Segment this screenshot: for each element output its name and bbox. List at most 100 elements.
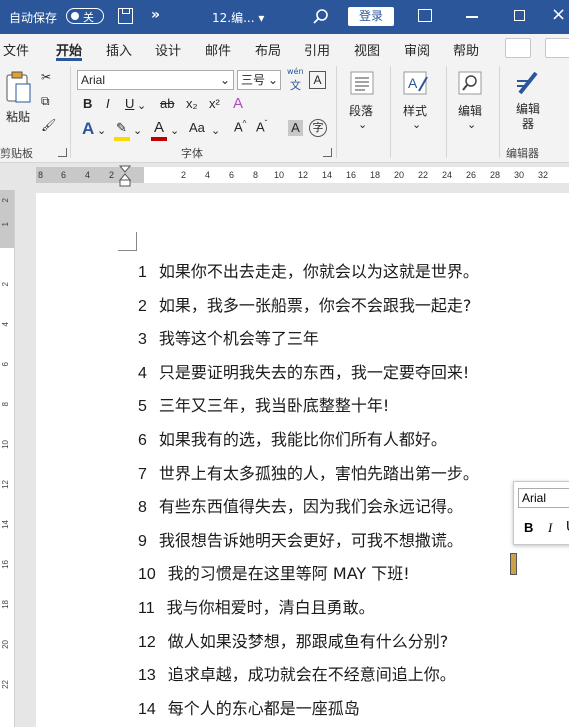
- document-line[interactable]: 14 每个人的东心都是一座孤岛: [138, 695, 360, 719]
- line-number: 5: [138, 398, 147, 416]
- tab-mailings[interactable]: 邮件: [205, 40, 231, 59]
- text-effects-button[interactable]: A: [82, 119, 94, 139]
- font-color-button[interactable]: A: [154, 119, 164, 136]
- chevron-down-icon[interactable]: ⌄: [412, 118, 421, 131]
- document-line[interactable]: 4 只是要证明我失去的东西，我一定要夺回来!: [138, 359, 469, 383]
- grow-font-button[interactable]: A^: [234, 119, 246, 134]
- highlight-color-bar: [114, 137, 130, 141]
- document-line[interactable]: 12 做人如果没梦想，那跟咸鱼有什么分别?: [138, 628, 448, 652]
- mini-bold-button[interactable]: B: [524, 520, 533, 535]
- paragraph-icon[interactable]: [350, 71, 374, 95]
- phonetic-guide-icon[interactable]: 文: [290, 77, 301, 93]
- search-icon[interactable]: [312, 8, 329, 25]
- format-painter-icon[interactable]: 🖌: [41, 118, 56, 132]
- chevron-down-icon[interactable]: ⌄: [170, 124, 179, 137]
- find-icon[interactable]: [458, 71, 482, 95]
- enclose-characters-button[interactable]: 字: [309, 119, 327, 137]
- ruler-number: 4: [205, 170, 211, 180]
- ruler-number: 8: [38, 170, 44, 180]
- ruler-number: 6: [229, 170, 235, 180]
- ruler-number: 22: [418, 170, 429, 180]
- tab-home[interactable]: 开始: [56, 40, 82, 59]
- chevron-down-icon[interactable]: ⌄: [97, 124, 106, 137]
- editor-label[interactable]: 编辑器: [516, 102, 540, 132]
- ruler-number: 10: [274, 170, 285, 180]
- maximize-icon[interactable]: [514, 10, 525, 21]
- chevron-down-icon[interactable]: ⌄: [211, 124, 220, 137]
- chevron-down-icon[interactable]: ⌄: [133, 124, 142, 137]
- font-launcher-icon[interactable]: [323, 148, 332, 157]
- document-line[interactable]: 6 如果我有的选，我能比你们所有人都好。: [138, 426, 447, 450]
- paste-icon[interactable]: [4, 70, 32, 104]
- autosave-toggle[interactable]: 关: [66, 8, 104, 24]
- document-line[interactable]: 7 世界上有太多孤独的人，害怕先踏出第一步。: [138, 460, 479, 484]
- editor-icon[interactable]: [514, 69, 542, 97]
- document-line[interactable]: 11 我与你相爱时，清白且勇敢。: [138, 594, 375, 618]
- document-line[interactable]: 13 追求卓越，成功就会在不经意间追上你。: [138, 661, 456, 685]
- chevron-down-icon[interactable]: ⌄: [358, 118, 367, 131]
- cut-icon[interactable]: ✂: [41, 70, 51, 84]
- underline-button[interactable]: U: [125, 96, 134, 111]
- tab-view[interactable]: 视图: [354, 40, 380, 59]
- comments-icon[interactable]: [545, 38, 569, 58]
- vertical-ruler[interactable]: 2 1 2 4 6 8 10 12 14 16 18 20 22: [0, 190, 15, 727]
- ruler-number: 4: [1, 322, 10, 327]
- tab-review[interactable]: 审阅: [404, 40, 430, 59]
- styles-icon[interactable]: A: [403, 71, 429, 95]
- tab-layout[interactable]: 布局: [255, 40, 281, 59]
- clipboard-launcher-icon[interactable]: [58, 148, 67, 157]
- document-line[interactable]: 10 我的习惯是在这里等阿 MAY 下班!: [138, 560, 410, 584]
- superscript-button[interactable]: x²: [209, 96, 220, 111]
- line-number: 1: [138, 264, 147, 281]
- strikethrough-button[interactable]: ab: [160, 96, 174, 111]
- character-shading-button[interactable]: A: [288, 120, 303, 136]
- login-button[interactable]: 登录: [348, 7, 394, 26]
- mini-font-select[interactable]: Arial: [518, 488, 569, 508]
- tab-help[interactable]: 帮助: [453, 40, 479, 59]
- shrink-font-button[interactable]: Aˇ: [256, 119, 267, 134]
- document-line[interactable]: 5 三年又三年，我当卧底整整十年!: [138, 392, 389, 416]
- mini-italic-button[interactable]: I: [548, 520, 552, 536]
- close-icon[interactable]: ×: [551, 4, 566, 25]
- document-line[interactable]: 9 我很想告诉她明天会更好，可我不想撒谎。: [138, 527, 463, 551]
- tab-references[interactable]: 引用: [304, 40, 330, 59]
- character-border-icon[interactable]: A: [309, 71, 326, 89]
- tab-design[interactable]: 设计: [155, 40, 181, 59]
- ribbon-display-options-icon[interactable]: [418, 9, 432, 22]
- ruler-number: 12: [298, 170, 309, 180]
- paste-label[interactable]: 粘贴: [6, 108, 30, 125]
- title-bar: 自动保存 关 » 12.编... ▾ 登录 ×: [0, 0, 569, 34]
- tab-file[interactable]: 文件: [3, 40, 29, 59]
- styles-label[interactable]: 样式: [403, 102, 427, 119]
- tab-insert[interactable]: 插入: [106, 40, 132, 59]
- clear-formatting-button[interactable]: A: [233, 95, 243, 112]
- minimize-icon[interactable]: [466, 16, 478, 18]
- share-icon[interactable]: [505, 38, 531, 58]
- line-number: 3: [138, 331, 147, 349]
- more-commands-icon[interactable]: »: [151, 7, 160, 23]
- horizontal-ruler[interactable]: 8 6 4 2 2 4 6 8 10 12 14 16 18 20 22 24 …: [0, 163, 569, 187]
- chevron-down-icon[interactable]: ⌄: [467, 118, 476, 131]
- bold-button[interactable]: B: [83, 96, 92, 111]
- font-name-select[interactable]: Arial ⌄: [77, 70, 234, 90]
- indent-marker-icon[interactable]: [119, 163, 131, 187]
- ruler-number: 14: [1, 520, 10, 529]
- font-size-select[interactable]: 三号 ⌄: [237, 70, 281, 90]
- chevron-down-icon[interactable]: ⌄: [137, 99, 146, 112]
- italic-button[interactable]: I: [106, 96, 110, 111]
- save-icon[interactable]: [118, 8, 133, 24]
- editing-label[interactable]: 编辑: [458, 102, 482, 119]
- change-case-button[interactable]: Aa: [189, 120, 205, 135]
- document-line[interactable]: 3 我等这个机会等了三年: [138, 325, 319, 349]
- copy-icon[interactable]: ⧉: [41, 94, 50, 109]
- phonetic-guide-label[interactable]: wén: [287, 67, 304, 76]
- document-line[interactable]: 2 如果，我多一张船票，你会不会跟我一起走?: [138, 292, 471, 316]
- paragraph-label[interactable]: 段落: [349, 102, 373, 119]
- document-line[interactable]: 1 如果你不出去走走，你就会以为这就是世界。: [138, 258, 479, 282]
- subscript-button[interactable]: x₂: [186, 96, 198, 111]
- ruler-number: 2: [181, 170, 187, 180]
- ribbon-tabs: 文件 开始 插入 设计 邮件 布局 引用 视图 审阅 帮助: [0, 34, 569, 62]
- document-title[interactable]: 12.编... ▾: [212, 9, 264, 26]
- document-line[interactable]: 8 有些东西值得失去，因为我们会永远记得。: [138, 493, 463, 517]
- highlight-button[interactable]: ✎: [116, 120, 127, 136]
